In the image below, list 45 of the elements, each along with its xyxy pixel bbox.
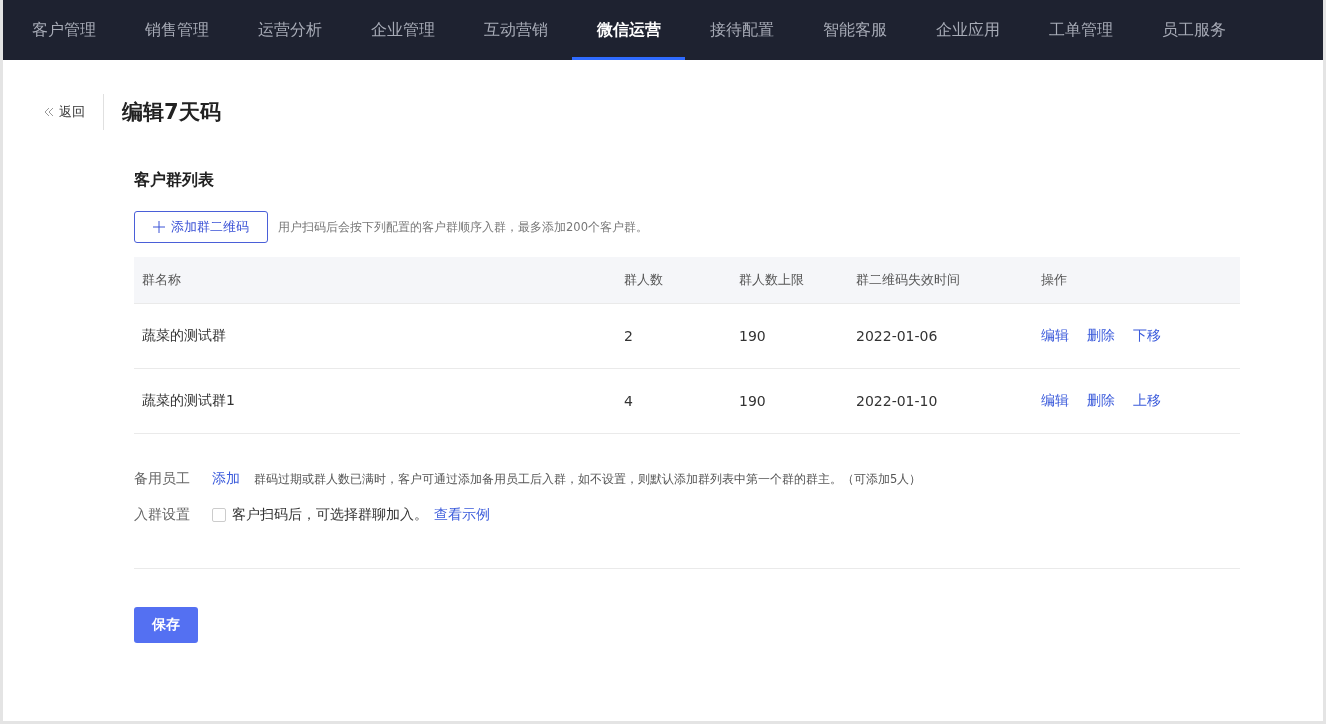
example-link[interactable]: 查看示例: [434, 506, 490, 524]
hint-text: 群码过期或群人数已满时，客户可通过添加备用员工后入群，如不设置，则默认添加群列表中第一个群的群主。（可添加5人）: [254, 471, 922, 487]
nav-tab[interactable]: 运营分析: [233, 0, 346, 60]
nav-tab[interactable]: 互动营销: [459, 0, 572, 60]
table-cell: 4: [616, 368, 731, 434]
table-cell: 190: [731, 368, 848, 434]
table-cell: 190: [731, 303, 848, 369]
field-label: 备用员工: [134, 470, 191, 488]
hint-text: 用户扫码后会按下列配置的客户群顺序入群，最多添加200个客户群。: [278, 219, 648, 235]
table-cell: 蔬菜的测试群1: [134, 368, 616, 434]
save-button[interactable]: 保存: [134, 607, 198, 643]
table-cell: 2022-01-10: [848, 368, 1033, 434]
column-header: 群人数上限: [731, 257, 848, 304]
plus-icon: [153, 221, 165, 233]
nav-tab[interactable]: 智能客服: [798, 0, 911, 60]
add-qr-button[interactable]: 添加群二维码: [134, 211, 268, 243]
nav-tab[interactable]: 销售管理: [120, 0, 233, 60]
page-title: 编辑7天码: [122, 99, 221, 126]
add-link[interactable]: 添加: [212, 470, 240, 488]
action-link[interactable]: 编辑: [1041, 392, 1069, 410]
action-link[interactable]: 上移: [1133, 392, 1161, 410]
column-header: 群人数: [616, 257, 731, 304]
nav-tab[interactable]: 客户管理: [7, 0, 120, 60]
nav-tab[interactable]: 接待配置: [685, 0, 798, 60]
back-link[interactable]: 返回: [43, 94, 104, 130]
double-chevron-left-icon: [43, 106, 55, 118]
nav-tab[interactable]: 工单管理: [1024, 0, 1137, 60]
checkbox-label: 客户扫码后，可选择群聊加入。: [232, 506, 428, 524]
table-cell: 蔬菜的测试群: [134, 303, 616, 369]
nav-tab[interactable]: 微信运营: [572, 0, 685, 60]
checkbox[interactable]: [212, 508, 226, 522]
action-link[interactable]: 下移: [1133, 327, 1161, 345]
action-link[interactable]: 编辑: [1041, 327, 1069, 345]
action-link[interactable]: 删除: [1087, 392, 1115, 410]
nav-tab[interactable]: 员工服务: [1137, 0, 1250, 60]
action-link[interactable]: 删除: [1087, 327, 1115, 345]
nav-tab[interactable]: 企业管理: [346, 0, 459, 60]
column-header: 群二维码失效时间: [848, 257, 1033, 304]
section-title: 客户群列表: [134, 170, 215, 191]
column-header: 群名称: [134, 257, 616, 304]
table-cell: 2022-01-06: [848, 303, 1033, 369]
nav-tab[interactable]: 企业应用: [911, 0, 1024, 60]
column-header: 操作: [1033, 257, 1240, 304]
table-cell: 2: [616, 303, 731, 369]
field-label: 入群设置: [134, 506, 191, 524]
